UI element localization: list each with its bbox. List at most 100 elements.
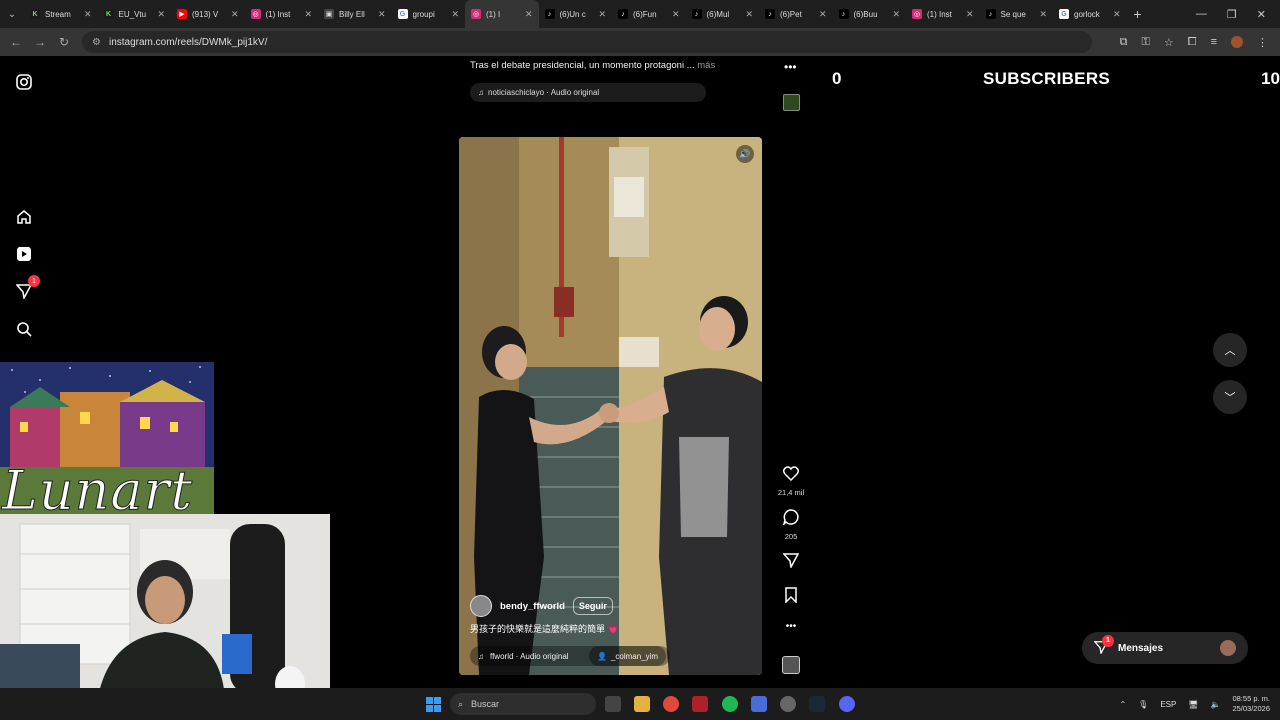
reload-icon[interactable]: ↻ [52, 35, 76, 49]
previous-reel-audio[interactable]: ♫ noticiaschiclayo · Audio original [470, 83, 706, 102]
steam-icon[interactable] [809, 696, 825, 712]
tab-close-icon[interactable]: ✕ [1113, 9, 1121, 20]
tab-close-icon[interactable]: ✕ [84, 9, 92, 20]
previous-reel-chevron-up-icon[interactable]: ︿ [1213, 333, 1247, 367]
discord-icon[interactable] [839, 696, 855, 712]
reel-author: bendy_ffworld Seguir [470, 595, 613, 617]
tab-close-icon[interactable]: ✕ [157, 9, 165, 20]
app-diamond-icon[interactable] [751, 696, 767, 712]
follow-button[interactable]: Seguir [572, 597, 613, 615]
browser-tab[interactable]: ◎ (1) Inst ✕ [906, 0, 980, 28]
speaker-icon[interactable]: 🔈 [1210, 700, 1220, 709]
obs-app-icon[interactable] [692, 696, 708, 712]
notifications-icon[interactable]: 1 [14, 275, 40, 301]
browser-tab[interactable]: ♪ (6)Buu ✕ [833, 0, 907, 28]
instagram-logo-icon[interactable] [14, 72, 34, 92]
home-icon[interactable] [14, 207, 34, 227]
browser-tab[interactable]: ♪ (6)Fun ✕ [612, 0, 686, 28]
tab-close-icon[interactable]: ✕ [819, 9, 827, 20]
url-text: instagram.com/reels/DWMk_pij1kV/ [108, 36, 268, 48]
extensions-icon[interactable]: ⧠ [1188, 36, 1197, 49]
reel-audio-thumbnail[interactable] [782, 656, 800, 674]
tab-close-icon[interactable]: ✕ [1039, 9, 1047, 20]
tab-close-icon[interactable]: ✕ [966, 9, 974, 20]
password-key-icon[interactable]: ⚿ [1142, 36, 1150, 49]
tab-close-icon[interactable]: ✕ [598, 9, 606, 20]
next-reel-chevron-down-icon[interactable]: ﹀ [1213, 380, 1247, 414]
messages-badge: 1 [1102, 634, 1114, 647]
tab-close-icon[interactable]: ✕ [304, 9, 312, 20]
windows-start-icon[interactable] [426, 697, 441, 717]
tab-close-icon[interactable]: ✕ [745, 9, 753, 20]
tab-close-icon[interactable]: ✕ [378, 9, 386, 20]
author-avatar[interactable] [470, 595, 492, 617]
share-button[interactable] [776, 552, 806, 573]
browser-tab[interactable]: Ggorlock ✕ [1053, 0, 1127, 28]
browser-tab[interactable]: ◎ (1) I ✕ [465, 0, 539, 28]
install-app-icon[interactable]: ⧉ [1120, 36, 1128, 49]
microphone-icon[interactable]: 🎙 [1138, 700, 1148, 709]
reels-icon[interactable] [14, 244, 34, 264]
back-icon[interactable]: ← [4, 35, 28, 49]
file-explorer-icon[interactable] [634, 696, 650, 712]
browser-tab[interactable]: ▶ (913) V ✕ [171, 0, 245, 28]
browser-tab[interactable]: ♪ (6)Mul ✕ [686, 0, 760, 28]
browser-tab[interactable]: K EU_Vtu ✕ [98, 0, 172, 28]
like-button[interactable]: 21,4 mil [776, 466, 806, 497]
save-button[interactable] [776, 587, 806, 608]
tab-search-icon[interactable]: ⌄ [0, 0, 24, 28]
tab-close-icon[interactable]: ✕ [525, 9, 533, 20]
bookmark-star-icon[interactable]: ☆ [1164, 36, 1174, 49]
previous-reel-caption: Tras el debate presidencial, un momento … [470, 60, 715, 71]
tab-favicon-icon: K [30, 9, 40, 19]
media-controls-icon[interactable]: ≡ [1211, 36, 1217, 48]
tray-chevron-up-icon[interactable]: ⌃ [1119, 700, 1126, 709]
tab-title: (6)Buu [853, 9, 878, 19]
clock-time: 08:55 p. m. [1232, 694, 1270, 703]
tab-close-icon[interactable]: ✕ [231, 9, 239, 20]
taskbar-search[interactable]: ⌕ Buscar [450, 693, 596, 715]
spotify-icon[interactable] [722, 696, 738, 712]
app-clock-icon[interactable] [780, 696, 796, 712]
messages-button[interactable]: 1 Mensajes [1082, 632, 1248, 664]
more-link[interactable]: más [697, 60, 715, 71]
chrome-icon[interactable] [663, 696, 679, 712]
tab-title: (6)Mul [706, 9, 730, 19]
browser-tab[interactable]: ◎ (1) Inst ✕ [245, 0, 319, 28]
more-options-icon[interactable]: ••• [776, 621, 806, 632]
browser-tab[interactable]: Ggroupi ✕ [392, 0, 466, 28]
comment-button[interactable]: 205 [776, 509, 806, 541]
previous-more-options-icon[interactable]: ••• [784, 60, 797, 74]
network-icon[interactable]: 🖥 [1188, 700, 1198, 709]
browser-menu-icon[interactable]: ⋮ [1257, 36, 1268, 49]
browser-tab[interactable]: ♪ Se que ✕ [980, 0, 1054, 28]
language-indicator[interactable]: ESP [1160, 700, 1176, 709]
browser-tab[interactable]: K Stream ✕ [24, 0, 98, 28]
tab-title: (6)Fun [633, 9, 657, 19]
search-icon[interactable] [14, 319, 34, 339]
forward-icon[interactable]: → [28, 35, 52, 49]
tagged-user-pill[interactable]: 👤 _colman_yim [589, 646, 667, 666]
bookmark-icon [785, 587, 797, 604]
tab-close-icon[interactable]: ✕ [892, 9, 900, 20]
previous-audio-thumbnail[interactable] [783, 94, 800, 111]
browser-tab[interactable]: ▣ Billy Ell ✕ [318, 0, 392, 28]
reel-video[interactable]: 🔊 bendy_ffworld Seguir 男孩子的快樂就是這麼純粹的簡單 💗… [459, 137, 762, 675]
new-tab-button[interactable]: + [1127, 6, 1149, 22]
browser-tab[interactable]: ♪ (6)Pet ✕ [759, 0, 833, 28]
system-clock[interactable]: 08:55 p. m. 25/03/2026 [1232, 694, 1270, 714]
profile-avatar[interactable] [1231, 36, 1243, 48]
close-window-icon[interactable]: ✕ [1257, 8, 1266, 21]
minimize-icon[interactable]: — [1196, 8, 1207, 21]
browser-tab[interactable]: ♪ (6)Un c ✕ [539, 0, 613, 28]
volume-icon[interactable]: 🔊 [736, 145, 754, 163]
author-username[interactable]: bendy_ffworld [500, 601, 565, 612]
tab-favicon-icon: ▣ [324, 9, 334, 19]
tab-close-icon[interactable]: ✕ [451, 9, 459, 20]
tab-close-icon[interactable]: ✕ [672, 9, 680, 20]
site-info-icon[interactable]: ⚙ [92, 37, 101, 48]
task-view-icon[interactable] [605, 696, 621, 712]
comment-icon [782, 509, 799, 527]
restore-icon[interactable]: ❐ [1227, 8, 1237, 21]
address-bar[interactable]: ⚙ instagram.com/reels/DWMk_pij1kV/ [82, 31, 1092, 53]
